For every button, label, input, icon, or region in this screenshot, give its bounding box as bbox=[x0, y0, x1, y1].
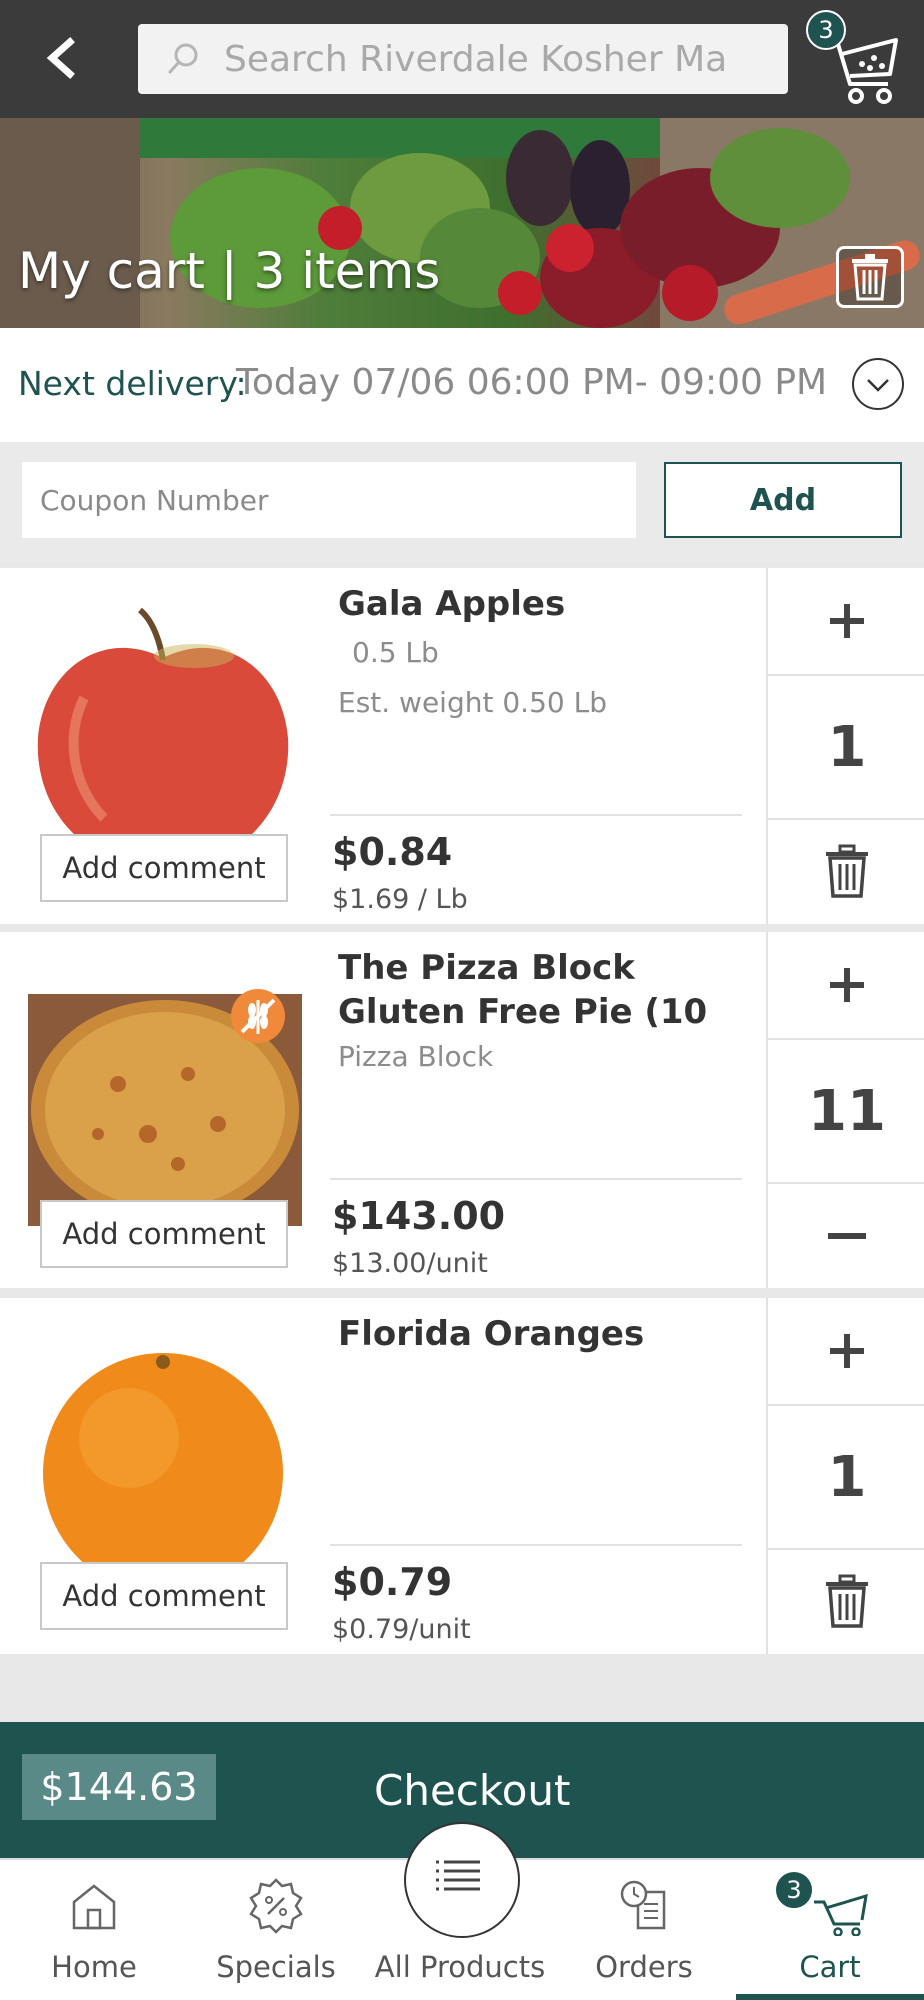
home-icon bbox=[72, 1884, 116, 1930]
minus-icon bbox=[828, 1233, 866, 1239]
add-comment-button[interactable]: Add comment bbox=[40, 1200, 288, 1268]
increase-quantity-button[interactable] bbox=[768, 1298, 924, 1406]
all-products-button[interactable] bbox=[404, 1822, 520, 1938]
quantity-stepper: 1 bbox=[766, 1298, 924, 1654]
cart-total: $144.63 bbox=[22, 1754, 216, 1820]
plus-icon bbox=[830, 604, 864, 638]
coupon-input[interactable] bbox=[22, 462, 636, 538]
delivery-row[interactable]: Next delivery: Today 07/06 06:00 PM- 09:… bbox=[0, 328, 924, 442]
increase-quantity-button[interactable] bbox=[768, 932, 924, 1040]
clear-cart-button[interactable] bbox=[836, 246, 904, 308]
item-price: $143.00 bbox=[332, 1194, 506, 1238]
item-name: The Pizza Block Gluten Free Pie (10 bbox=[338, 948, 708, 1032]
quantity-value: 1 bbox=[768, 1406, 924, 1550]
nav-orders-label: Orders bbox=[595, 1950, 693, 1984]
list-icon bbox=[436, 1860, 480, 1891]
nav-all-products-label: All Products bbox=[374, 1950, 546, 1984]
item-brand: Pizza Block bbox=[338, 1040, 494, 1073]
item-name: Florida Oranges bbox=[338, 1314, 645, 1354]
gluten-free-icon bbox=[231, 989, 285, 1043]
back-arrow-icon bbox=[46, 37, 75, 79]
trash-icon bbox=[852, 254, 888, 301]
decrease-quantity-button[interactable] bbox=[768, 1184, 924, 1288]
search-bar[interactable] bbox=[138, 24, 788, 94]
nav-specials-label: Specials bbox=[216, 1950, 336, 1984]
back-button[interactable] bbox=[36, 28, 90, 88]
cart-banner: My cart | 3 items bbox=[0, 118, 924, 328]
item-price: $0.84 bbox=[332, 830, 453, 874]
active-tab-indicator bbox=[736, 1994, 924, 2000]
cart-title: My cart | 3 items bbox=[18, 242, 441, 300]
trash-icon bbox=[826, 844, 868, 898]
search-icon bbox=[168, 43, 198, 74]
nav-cart-label: Cart bbox=[799, 1950, 861, 1984]
coupon-section: Add bbox=[0, 442, 924, 562]
delivery-label: Next delivery: bbox=[18, 364, 247, 403]
plus-icon bbox=[830, 968, 864, 1002]
add-comment-button[interactable]: Add comment bbox=[40, 834, 288, 902]
nav-specials[interactable]: Specials bbox=[184, 1860, 368, 2000]
add-comment-button[interactable]: Add comment bbox=[40, 1562, 288, 1630]
chevron-down-icon bbox=[867, 379, 889, 392]
header-cart-button[interactable]: 3 bbox=[804, 10, 904, 110]
nav-orders[interactable]: Orders bbox=[552, 1860, 736, 2000]
item-unit-price: $0.79/unit bbox=[332, 1614, 471, 1645]
divider bbox=[330, 1178, 742, 1180]
item-unit-price: $13.00/unit bbox=[332, 1248, 488, 1279]
item-name: Gala Apples bbox=[338, 584, 566, 624]
discount-badge-icon bbox=[249, 1878, 303, 1934]
nav-cart[interactable]: 3 Cart bbox=[736, 1860, 924, 2000]
nav-home[interactable]: Home bbox=[2, 1860, 186, 2000]
cart-item: Add comment The Pizza Block Gluten Free … bbox=[0, 932, 924, 1288]
delivery-expand-button[interactable] bbox=[852, 358, 904, 410]
cart-item: Add comment Gala Apples 0.5 Lb Est. weig… bbox=[0, 568, 924, 924]
checkout-label: Checkout bbox=[374, 1766, 571, 1815]
orders-icon bbox=[620, 1880, 666, 1930]
item-unit-price: $1.69 / Lb bbox=[332, 884, 468, 915]
nav-home-label: Home bbox=[51, 1950, 137, 1984]
quantity-value: 1 bbox=[768, 676, 924, 820]
quantity-stepper: 11 bbox=[766, 932, 924, 1288]
delivery-time: Today 07/06 06:00 PM- 09:00 PM bbox=[236, 362, 828, 403]
increase-quantity-button[interactable] bbox=[768, 568, 924, 676]
coupon-add-button[interactable]: Add bbox=[664, 462, 902, 538]
top-bar: 3 bbox=[0, 0, 924, 118]
cart-count-badge: 3 bbox=[806, 10, 846, 50]
item-est-weight: Est. weight 0.50 Lb bbox=[338, 686, 607, 719]
trash-icon bbox=[826, 1574, 868, 1628]
quantity-value: 11 bbox=[768, 1040, 924, 1184]
remove-item-button[interactable] bbox=[768, 1550, 924, 1654]
item-price: $0.79 bbox=[332, 1560, 453, 1604]
plus-icon bbox=[830, 1334, 864, 1368]
quantity-stepper: 1 bbox=[766, 568, 924, 924]
apple-image bbox=[37, 607, 289, 860]
search-input[interactable] bbox=[224, 24, 774, 94]
orange-image bbox=[43, 1353, 283, 1593]
cart-item: Add comment Florida Oranges $0.79 $0.79/… bbox=[0, 1298, 924, 1654]
nav-cart-badge: 3 bbox=[774, 1870, 814, 1910]
remove-item-button[interactable] bbox=[768, 820, 924, 924]
divider bbox=[330, 814, 742, 816]
divider bbox=[330, 1544, 742, 1546]
item-size: 0.5 Lb bbox=[352, 636, 439, 669]
